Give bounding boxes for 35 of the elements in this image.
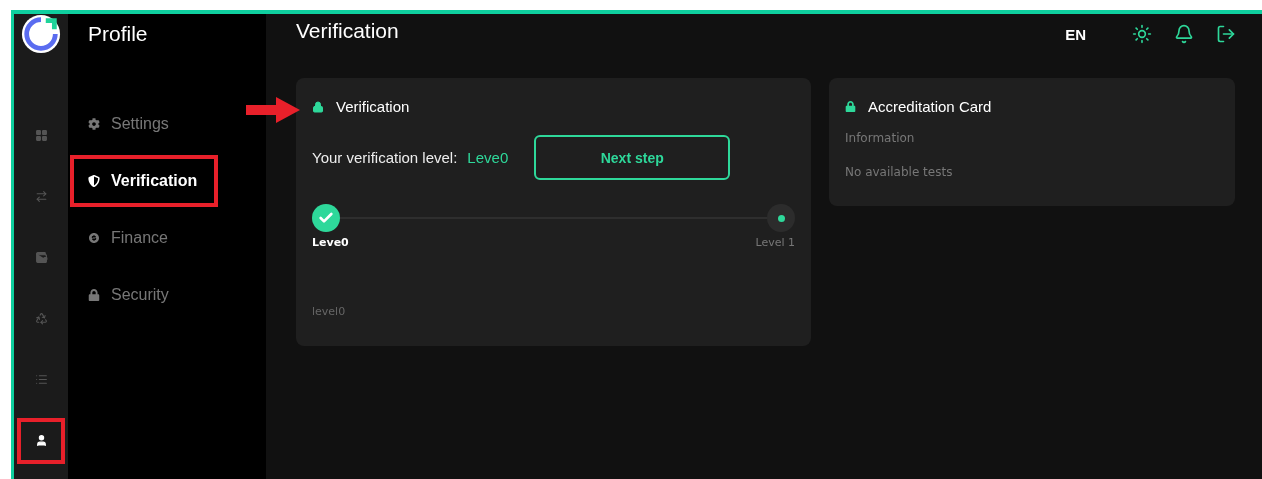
page-title: Verification — [296, 19, 400, 43]
sidebar-item[interactable]: Settings — [70, 98, 218, 150]
sidebar-item[interactable]: Security — [70, 269, 218, 321]
lock-icon — [845, 101, 856, 112]
next-step-button[interactable]: Next step — [534, 135, 731, 180]
nav-button[interactable] — [17, 417, 65, 464]
logout-icon[interactable] — [1216, 24, 1236, 44]
language-button[interactable]: EN — [1059, 24, 1092, 44]
lock-icon — [88, 289, 100, 301]
shield-icon — [88, 175, 100, 187]
sun-icon[interactable] — [1132, 24, 1152, 44]
arrows-icon — [34, 189, 48, 203]
logo-icon — [20, 14, 62, 55]
sidebar-title: Profile — [88, 22, 149, 46]
level-value: Leve0 — [467, 149, 509, 166]
level-note: level0 — [312, 305, 347, 318]
step-label: Leve0 — [312, 236, 349, 249]
dollar-icon — [88, 232, 100, 244]
lock-icon — [312, 100, 324, 113]
recycle-icon — [34, 312, 48, 326]
wallet-icon — [34, 250, 48, 264]
step-label: Level 1 — [755, 236, 795, 249]
card-subtitle: Information — [845, 131, 916, 145]
sidebar-item[interactable]: Finance — [70, 212, 218, 264]
empty-message: No available tests — [845, 165, 954, 179]
card-title: Verification — [336, 98, 410, 115]
bell-icon[interactable] — [1174, 24, 1194, 44]
user-icon — [34, 434, 48, 448]
grid-icon — [34, 128, 48, 142]
level-label: Your verification level: — [312, 149, 458, 166]
sidebar-item[interactable]: Verification — [70, 155, 218, 207]
check-icon — [318, 210, 334, 226]
card-title: Accreditation Card — [868, 98, 992, 115]
settings-icon — [88, 118, 100, 130]
list-icon — [34, 373, 48, 387]
